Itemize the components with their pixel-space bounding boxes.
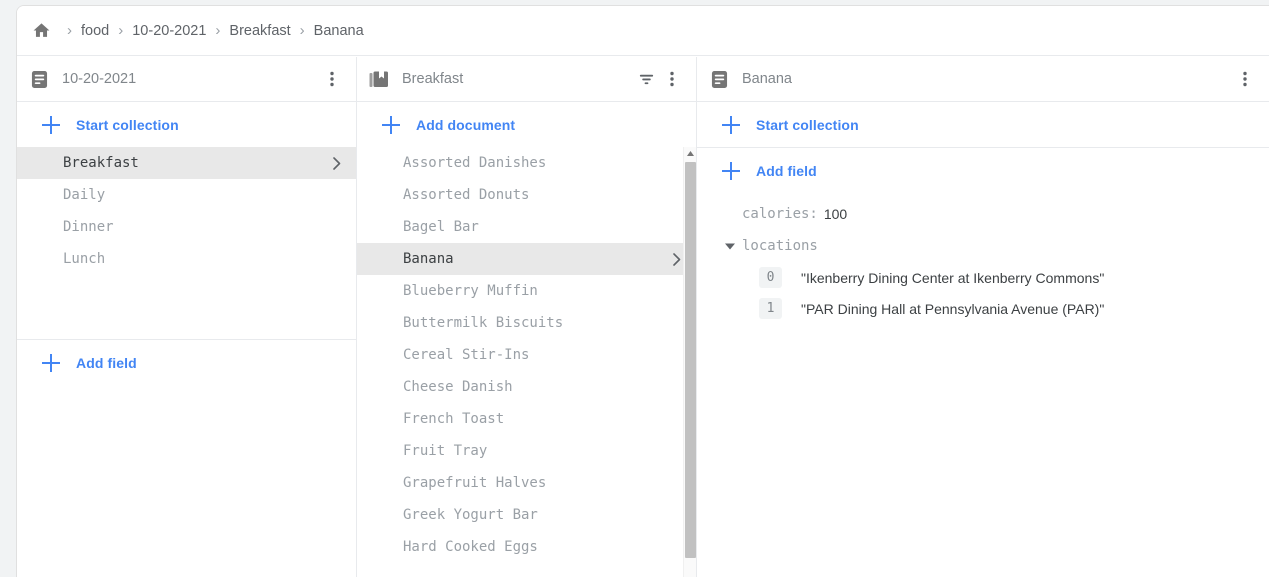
- add-field-label: Add field: [756, 162, 817, 179]
- collection-item-lunch[interactable]: Lunch: [17, 243, 356, 275]
- document-icon: [708, 68, 730, 90]
- add-document-label: Add document: [416, 116, 516, 133]
- arrow-up-icon[interactable]: [684, 147, 696, 160]
- collection-item-breakfast[interactable]: Breakfast: [17, 147, 356, 179]
- array-item-value: "Ikenberry Dining Center at Ikenberry Co…: [801, 269, 1105, 286]
- add-field-button-collections[interactable]: Add field: [17, 340, 356, 385]
- start-collection-label: Start collection: [756, 116, 859, 133]
- array-item-row[interactable]: 1 "PAR Dining Hall at Pennsylvania Avenu…: [697, 293, 1269, 324]
- document-item-label: Grapefruit Halves: [403, 475, 547, 491]
- document-detail-header: Banana: [697, 57, 1269, 102]
- documents-panel: Breakfast Add document Assorted Danishes…: [357, 57, 697, 577]
- add-document-button[interactable]: Add document: [357, 102, 696, 147]
- collection-item-label: Dinner: [63, 219, 114, 235]
- panel-container: 10-20-2021 Start collection Breakfast Da…: [17, 57, 1269, 577]
- document-item-label: Assorted Donuts: [403, 187, 530, 203]
- collections-panel-title: 10-20-2021: [62, 71, 137, 87]
- collection-icon: [368, 68, 390, 90]
- array-item-row[interactable]: 0 "Ikenberry Dining Center at Ikenberry …: [697, 262, 1269, 293]
- document-item[interactable]: Grapefruit Halves: [357, 467, 696, 499]
- array-index-badge: 1: [759, 298, 782, 319]
- start-collection-button[interactable]: Start collection: [17, 102, 356, 147]
- more-vert-icon[interactable]: [660, 67, 684, 91]
- array-item-value: "PAR Dining Hall at Pennsylvania Avenue …: [801, 300, 1105, 317]
- document-detail-panel: Banana Start collection Add field calori…: [697, 57, 1269, 577]
- field-name: locations: [742, 238, 818, 254]
- document-item-label: Blueberry Muffin: [403, 283, 538, 299]
- plus-icon: [42, 115, 60, 134]
- field-value: 100: [823, 206, 848, 222]
- document-item-label: Buttermilk Biscuits: [403, 315, 564, 331]
- more-vert-icon[interactable]: [1233, 67, 1257, 91]
- field-row-locations[interactable]: locations: [697, 230, 1269, 262]
- document-item-label: Hard Cooked Eggs: [403, 539, 538, 555]
- breadcrumb-item-banana[interactable]: Banana: [314, 23, 364, 39]
- app-root: › food › 10-20-2021 › Breakfast › Banana…: [0, 0, 1269, 577]
- collections-panel-header: 10-20-2021: [17, 57, 356, 102]
- breadcrumb-separator: ›: [215, 22, 221, 39]
- chevron-right-icon: [330, 156, 344, 170]
- collections-list[interactable]: Breakfast Daily Dinner Lunch: [17, 147, 356, 339]
- collection-item-label: Daily: [63, 187, 106, 203]
- add-field-label: Add field: [76, 354, 137, 371]
- array-index-badge: 0: [759, 267, 782, 288]
- document-item[interactable]: Assorted Donuts: [357, 179, 696, 211]
- document-fields: calories: 100 locations 0 "Ikenberry Din…: [697, 193, 1269, 324]
- breadcrumb-separator: ›: [299, 22, 305, 39]
- plus-icon: [42, 353, 60, 372]
- collection-item-daily[interactable]: Daily: [17, 179, 356, 211]
- field-row-calories[interactable]: calories: 100: [697, 198, 1269, 230]
- document-item-label: Greek Yogurt Bar: [403, 507, 538, 523]
- breadcrumb-item-breakfast[interactable]: Breakfast: [229, 23, 290, 39]
- collections-panel: 10-20-2021 Start collection Breakfast Da…: [17, 57, 357, 577]
- home-icon[interactable]: [28, 18, 54, 44]
- collection-item-label: Lunch: [63, 251, 106, 267]
- document-detail-title: Banana: [742, 71, 792, 87]
- collection-item-dinner[interactable]: Dinner: [17, 211, 356, 243]
- more-vert-icon[interactable]: [320, 67, 344, 91]
- document-item[interactable]: Fruit Tray: [357, 435, 696, 467]
- document-item[interactable]: Hard Cooked Eggs: [357, 531, 696, 563]
- start-collection-button-detail[interactable]: Start collection: [697, 102, 1269, 147]
- document-icon: [28, 68, 50, 90]
- document-item-label: French Toast: [403, 411, 505, 427]
- document-item[interactable]: Assorted Danishes: [357, 147, 696, 179]
- document-item[interactable]: Bagel Bar: [357, 211, 696, 243]
- plus-icon: [722, 161, 740, 180]
- document-item[interactable]: Blueberry Muffin: [357, 275, 696, 307]
- document-item[interactable]: Cereal Stir-Ins: [357, 339, 696, 371]
- add-field-button-detail[interactable]: Add field: [697, 148, 1269, 193]
- document-item[interactable]: Cheese Danish: [357, 371, 696, 403]
- document-item-label: Cheese Danish: [403, 379, 513, 395]
- chevron-down-icon[interactable]: [722, 238, 738, 254]
- document-item[interactable]: French Toast: [357, 403, 696, 435]
- scrollbar-thumb[interactable]: [685, 162, 696, 558]
- document-item[interactable]: Buttermilk Biscuits: [357, 307, 696, 339]
- breadcrumb: › food › 10-20-2021 › Breakfast › Banana: [17, 6, 1269, 56]
- document-item-banana[interactable]: Banana: [357, 243, 696, 275]
- breadcrumb-separator: ›: [67, 22, 72, 39]
- collection-item-label: Breakfast: [63, 155, 139, 171]
- firestore-data-card: › food › 10-20-2021 › Breakfast › Banana…: [16, 5, 1269, 577]
- document-item-label: Banana: [403, 251, 454, 267]
- breadcrumb-item-date[interactable]: 10-20-2021: [132, 23, 206, 39]
- document-item-label: Fruit Tray: [403, 443, 488, 459]
- start-collection-label: Start collection: [76, 116, 179, 133]
- document-item-label: Assorted Danishes: [403, 155, 547, 171]
- breadcrumb-separator: ›: [118, 22, 124, 39]
- filter-icon[interactable]: [634, 67, 658, 91]
- plus-icon: [722, 115, 740, 134]
- chevron-right-icon: [670, 252, 684, 266]
- document-item-label: Bagel Bar: [403, 219, 479, 235]
- document-item[interactable]: Greek Yogurt Bar: [357, 499, 696, 531]
- document-item-label: Cereal Stir-Ins: [403, 347, 530, 363]
- documents-panel-title: Breakfast: [402, 71, 464, 87]
- plus-icon: [382, 115, 400, 134]
- documents-list[interactable]: Assorted Danishes Assorted Donuts Bagel …: [357, 147, 696, 577]
- documents-panel-header: Breakfast: [357, 57, 696, 102]
- field-name: calories:: [742, 206, 818, 222]
- breadcrumb-item-food[interactable]: food: [81, 23, 109, 39]
- documents-list-scrollbar[interactable]: [683, 147, 696, 577]
